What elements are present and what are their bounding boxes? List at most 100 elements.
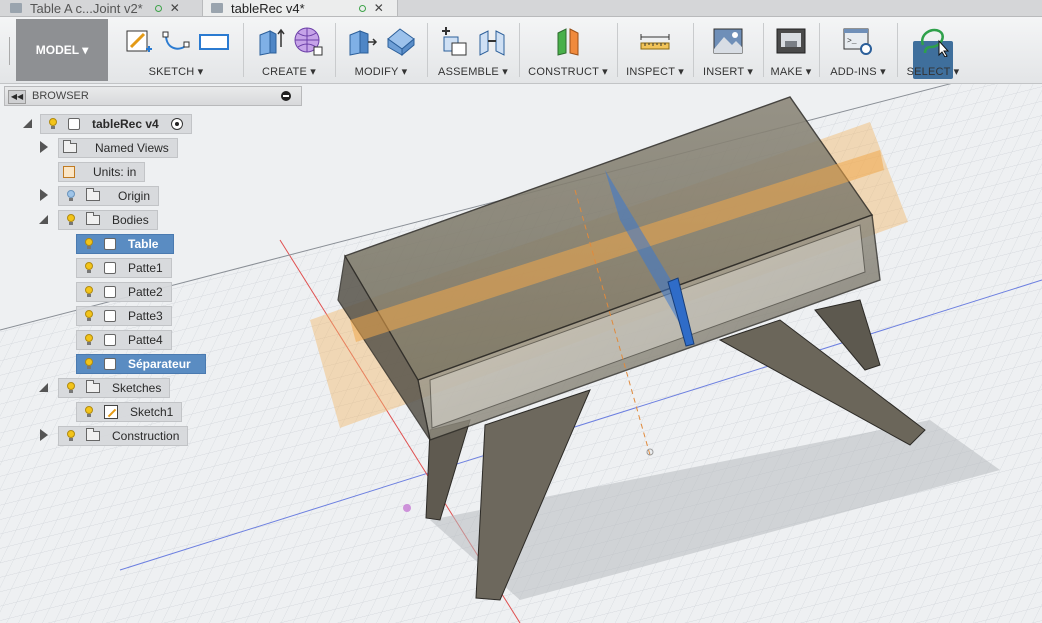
- workspace-switcher-button[interactable]: MODEL ▾: [16, 19, 108, 81]
- construct-plane-icon[interactable]: [552, 25, 584, 57]
- visibility-bulb-icon[interactable]: [66, 190, 76, 202]
- item-label: Bodies: [112, 213, 149, 227]
- expand-origin-toggle[interactable]: [40, 189, 48, 201]
- visibility-bulb-icon[interactable]: [84, 310, 94, 322]
- scripts-icon[interactable]: >_: [842, 25, 874, 57]
- close-icon[interactable]: ✕: [170, 1, 180, 15]
- component-icon: [68, 118, 80, 130]
- browser-item-origin[interactable]: Origin: [58, 186, 160, 206]
- cube-icon: [10, 3, 22, 13]
- expand-root-toggle[interactable]: [23, 119, 32, 128]
- add-ins-group[interactable]: >_ ADD-INS ▾: [822, 17, 894, 83]
- construct-group[interactable]: CONSTRUCT ▾: [522, 17, 614, 83]
- root-label: tableRec v4: [92, 117, 159, 131]
- expand-bodies-toggle[interactable]: [39, 215, 48, 224]
- browser-item-body-patte3[interactable]: Patte3: [76, 306, 172, 326]
- browser-root-component[interactable]: tableRec v4: [40, 114, 192, 134]
- select-group[interactable]: SELECT ▾: [900, 17, 966, 83]
- visibility-bulb-icon[interactable]: [84, 238, 94, 250]
- item-label: Patte1: [128, 261, 163, 275]
- make-menu-label: MAKE ▾: [770, 66, 812, 78]
- sketch-group[interactable]: SKETCH ▾: [112, 17, 240, 83]
- expand-named-views-toggle[interactable]: [40, 141, 48, 153]
- tab-label: tableRec v4*: [231, 0, 305, 16]
- insert-group[interactable]: INSERT ▾: [696, 17, 760, 83]
- tab-label: Table A c...Joint v2*: [30, 0, 143, 16]
- item-label: Sketch1: [130, 405, 174, 419]
- visibility-bulb-icon[interactable]: [84, 334, 94, 346]
- visibility-bulb-icon[interactable]: [66, 382, 76, 394]
- browser-item-body-patte1[interactable]: Patte1: [76, 258, 172, 278]
- tab-tablerec-v4[interactable]: tableRec v4* ✕: [202, 0, 398, 16]
- inspect-menu-label: INSPECT ▾: [626, 66, 684, 78]
- body-icon: [104, 286, 116, 298]
- item-label: Origin: [118, 189, 151, 203]
- document-tab-bar: Table A c...Joint v2* ✕ tableRec v4* ✕: [0, 0, 1042, 17]
- tab-table-a-joint[interactable]: Table A c...Joint v2* ✕: [10, 0, 198, 16]
- browser-item-body-patte4[interactable]: Patte4: [76, 330, 172, 350]
- select-menu-label: SELECT ▾: [906, 66, 960, 78]
- body-icon: [104, 358, 116, 370]
- visibility-bulb-icon[interactable]: [66, 430, 76, 442]
- visibility-bulb-icon[interactable]: [84, 358, 94, 370]
- item-label: Patte3: [128, 309, 163, 323]
- status-dot-icon: [154, 4, 162, 12]
- browser-item-body-table[interactable]: Table: [76, 234, 174, 254]
- browser-title: BROWSER: [32, 90, 89, 102]
- browser-item-body-patte2[interactable]: Patte2: [76, 282, 172, 302]
- visibility-bulb-icon[interactable]: [66, 214, 76, 226]
- visibility-bulb-icon[interactable]: [84, 262, 94, 274]
- svg-text:>_: >_: [847, 37, 857, 46]
- units-icon: [63, 166, 75, 178]
- close-icon[interactable]: ✕: [374, 1, 384, 15]
- joint-icon[interactable]: [476, 25, 508, 57]
- assemble-group[interactable]: ASSEMBLE ▾: [430, 17, 516, 83]
- sketch-icon[interactable]: [122, 25, 154, 57]
- item-label: Séparateur: [128, 357, 191, 371]
- select-lasso-icon[interactable]: [917, 25, 949, 57]
- folder-icon: [86, 380, 100, 393]
- browser-item-sketches[interactable]: Sketches: [58, 378, 171, 398]
- browser-panel-header: ◀◀ BROWSER: [4, 86, 302, 106]
- fillet-icon[interactable]: [384, 25, 416, 57]
- make-group[interactable]: MAKE ▾: [766, 17, 816, 83]
- visibility-bulb-icon[interactable]: [48, 118, 58, 130]
- extrude-icon[interactable]: [254, 25, 286, 57]
- add-ins-menu-label: ADD-INS ▾: [830, 66, 886, 78]
- rectangle-icon[interactable]: [198, 25, 230, 57]
- browser-item-bodies[interactable]: Bodies: [58, 210, 158, 230]
- ribbon-toolbar: MODEL ▾ SKETCH ▾ CREATE ▾ MODIFY ▾ ASSEM…: [0, 17, 1042, 84]
- assemble-menu-label: ASSEMBLE ▾: [438, 66, 508, 78]
- status-dot-icon: [358, 4, 366, 12]
- modify-group[interactable]: MODIFY ▾: [338, 17, 424, 83]
- insert-image-icon[interactable]: [712, 25, 744, 57]
- activate-radio-icon[interactable]: [170, 118, 183, 130]
- visibility-bulb-icon[interactable]: [84, 286, 94, 298]
- folder-icon: [86, 428, 100, 441]
- create-menu-label: CREATE ▾: [262, 66, 316, 78]
- create-group[interactable]: CREATE ▾: [246, 17, 332, 83]
- browser-item-body-separateur[interactable]: Séparateur: [76, 354, 206, 374]
- browser-item-named-views[interactable]: Named Views: [58, 138, 178, 158]
- item-label: Named Views: [95, 141, 169, 155]
- body-icon: [104, 310, 116, 322]
- form-icon[interactable]: [292, 25, 324, 57]
- expand-sketches-toggle[interactable]: [39, 383, 48, 392]
- arc-icon[interactable]: [160, 25, 192, 57]
- visibility-bulb-icon[interactable]: [84, 406, 94, 418]
- measure-icon[interactable]: [639, 25, 671, 57]
- browser-item-construction[interactable]: Construction: [58, 426, 189, 446]
- folder-icon: [86, 212, 100, 225]
- item-label: Construction: [112, 429, 180, 443]
- item-label: Units: in: [93, 165, 137, 179]
- folder-icon: [63, 140, 77, 153]
- minimize-panel-icon[interactable]: [281, 91, 291, 101]
- browser-item-units[interactable]: Units: in: [58, 162, 146, 182]
- expand-construction-toggle[interactable]: [40, 429, 48, 441]
- new-component-icon[interactable]: [438, 25, 470, 57]
- press-pull-icon[interactable]: [346, 25, 378, 57]
- collapse-panel-button[interactable]: ◀◀: [8, 90, 26, 104]
- inspect-group[interactable]: INSPECT ▾: [620, 17, 690, 83]
- print-3d-icon[interactable]: [775, 25, 807, 57]
- browser-item-sketch1[interactable]: Sketch1: [76, 402, 183, 422]
